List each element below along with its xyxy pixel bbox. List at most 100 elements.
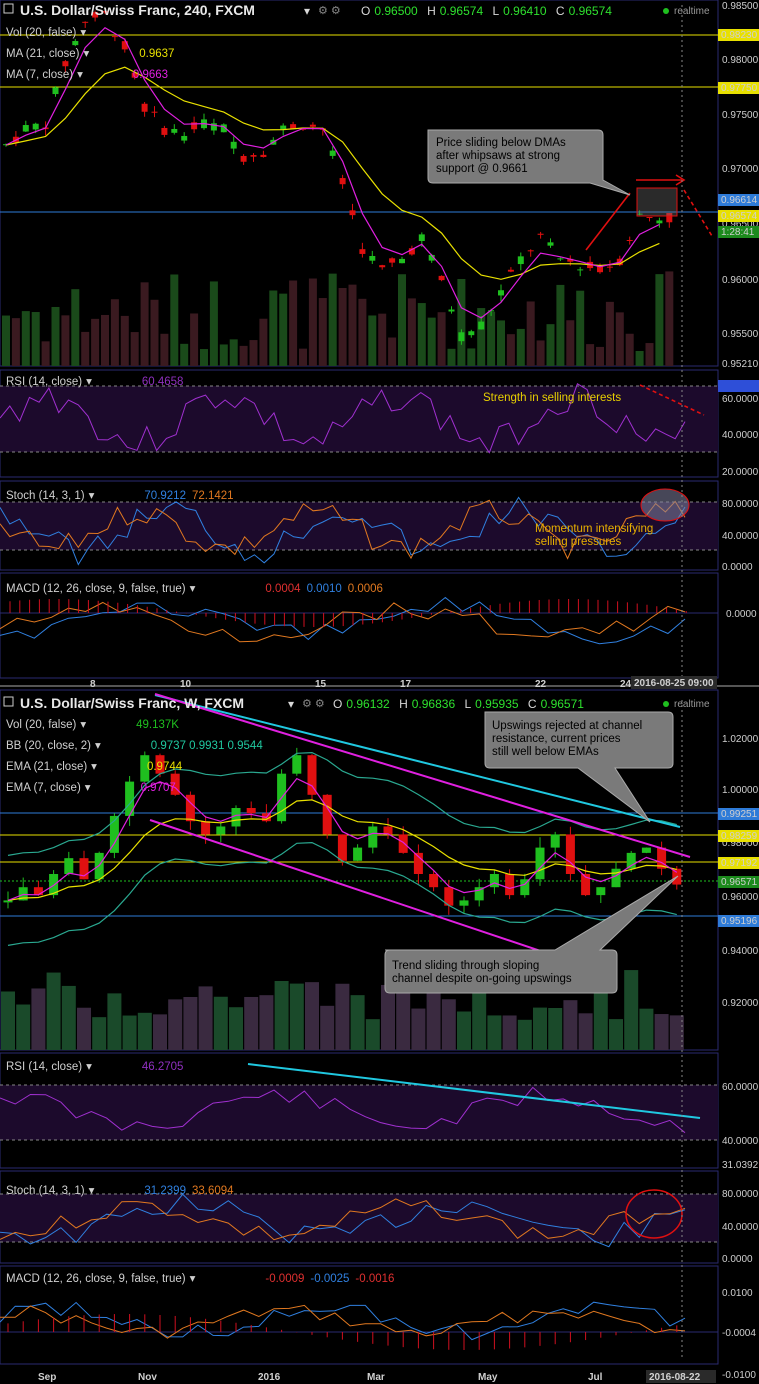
candle-body	[448, 309, 455, 312]
volume-bar	[244, 996, 259, 1050]
volume-bar	[168, 999, 183, 1050]
legend-item[interactable]: EMA (21, close) ▾ 0.9744	[6, 761, 183, 773]
candle-body	[292, 755, 302, 774]
volume-bar	[441, 999, 456, 1050]
bottom-settings-icon[interactable]: ⚙ ⚙	[302, 698, 325, 710]
price-tick: 0.95500	[722, 329, 759, 340]
price-tag-label: 0.98230	[721, 30, 758, 41]
volume-bar	[92, 1017, 107, 1050]
candle-body	[368, 826, 378, 848]
volume-bar	[299, 348, 307, 366]
price-tick: 0.96000	[722, 892, 759, 903]
candle-body	[337, 834, 347, 861]
legend-item[interactable]: Vol (20, false) ▾	[6, 27, 86, 39]
candle-body	[596, 887, 606, 896]
bottom-title: U.S. Dollar/Swiss Franc, W, FXCM	[20, 695, 244, 711]
volume-bar	[140, 282, 149, 366]
bottom-callout-top: Upswings rejected at channel resistance, …	[484, 711, 674, 823]
volume-bar	[170, 274, 179, 366]
price-tag: 0.98259	[718, 830, 759, 842]
volume-bar	[335, 983, 350, 1050]
volume-bar	[447, 348, 456, 366]
candle-body	[458, 332, 465, 342]
price-tick: -0.0100	[722, 1370, 756, 1381]
volume-bar	[526, 301, 535, 366]
collapse-icon-bottom[interactable]	[3, 696, 14, 707]
candle-body	[171, 128, 178, 133]
top-settings-icon[interactable]: ⚙ ⚙	[318, 5, 341, 17]
bcb-line-2: channel despite on-going upswings	[392, 973, 572, 985]
candle-body	[230, 141, 237, 149]
volume-bar	[1, 991, 15, 1050]
bottom-macd-label: MACD (12, 26, close, 9, false, true) ▾ -0.…	[6, 1273, 394, 1285]
bottom-header: U.S. Dollar/Swiss Franc, W, FXCM ▾ ⚙ ⚙ O…	[3, 695, 710, 711]
price-tag-label: 0.95196	[721, 916, 758, 927]
legend-item[interactable]: EMA (7, close) ▾ 0.9707	[6, 782, 176, 794]
volume-bar	[378, 313, 387, 366]
volume-bar	[259, 995, 274, 1050]
volume-bar	[472, 990, 487, 1050]
candle-body	[577, 269, 584, 271]
volume-bar	[548, 1007, 563, 1050]
candle-body	[398, 834, 408, 853]
volume-bar	[645, 343, 654, 366]
volume-bar	[609, 1019, 623, 1050]
price-tag: 0.98230	[718, 29, 759, 41]
volume-bar	[625, 333, 634, 366]
price-tag-label: 1:28:41	[721, 227, 755, 238]
candle-body	[369, 256, 376, 261]
price-tick: 80.0000	[722, 1189, 759, 1200]
volume-bar	[183, 996, 198, 1050]
legend-item[interactable]: BB (20, close, 2) ▾ 0.9737 0.9931 0.9544	[6, 740, 263, 752]
price-tick: 0.0000	[722, 562, 753, 573]
top-title-chevron[interactable]: ▾	[304, 4, 310, 18]
volume-bar	[91, 318, 100, 366]
legend-item[interactable]: Vol (20, false) ▾ 49.137K	[6, 719, 179, 731]
x-tick: 8	[90, 679, 96, 690]
top-callout: Price sliding below DMAs after whipsaws a…	[427, 129, 631, 196]
price-tag: 1:28:41	[718, 226, 759, 238]
x-cursor-tag-bottom: 2016-08-22	[646, 1370, 716, 1383]
volume-bar	[209, 281, 218, 366]
candle-body	[32, 123, 39, 130]
volume-bar	[536, 340, 545, 366]
candle-body	[537, 233, 544, 235]
price-tick: 0.97000	[722, 164, 759, 175]
candle-body	[141, 103, 148, 112]
candle-body	[478, 321, 485, 330]
volume-bar	[487, 1015, 502, 1050]
price-tag-label: 0.96571	[721, 877, 758, 888]
candle-body	[489, 874, 499, 888]
bottom-title-chevron[interactable]: ▾	[288, 697, 294, 711]
volume-bar	[107, 993, 122, 1050]
volume-bar	[350, 995, 365, 1050]
volume-bar	[502, 1015, 517, 1050]
top-macd-label: MACD (12, 26, close, 9, false, true) ▾ 0.0…	[6, 583, 383, 595]
volume-bar	[31, 312, 40, 366]
candle-body	[535, 847, 545, 880]
candle-body	[151, 111, 158, 113]
chart-canvas[interactable]: Price sliding below DMAs after whipsaws a…	[0, 0, 759, 1384]
volume-bar	[487, 311, 496, 366]
price-tick: 40.0000	[722, 1136, 759, 1147]
callout-line-3: support @ 0.9661	[436, 163, 528, 175]
price-tick: 0.0100	[722, 1288, 753, 1299]
candle-body	[111, 36, 118, 38]
price-axes: 0.985000.980000.975000.970000.965000.960…	[718, 1, 759, 1381]
volume-bar	[180, 343, 189, 366]
volume-bar	[578, 1013, 593, 1050]
legend-item[interactable]: MA (21, close) ▾ 0.9637	[6, 48, 174, 60]
candle-body	[438, 275, 445, 281]
candle-body	[606, 266, 613, 268]
volume-bar	[338, 288, 347, 366]
volume-bar	[41, 341, 50, 366]
candle-body	[33, 887, 43, 896]
bottom-rsi-zone	[0, 1085, 718, 1140]
candle-body	[527, 250, 534, 252]
price-box	[636, 187, 678, 217]
volume-bar	[516, 328, 525, 366]
legend-item[interactable]: MA (7, close) ▾ 0.9663	[6, 69, 168, 81]
collapse-icon[interactable]	[3, 3, 14, 14]
candle-body	[359, 249, 366, 254]
candle-body	[339, 178, 346, 185]
